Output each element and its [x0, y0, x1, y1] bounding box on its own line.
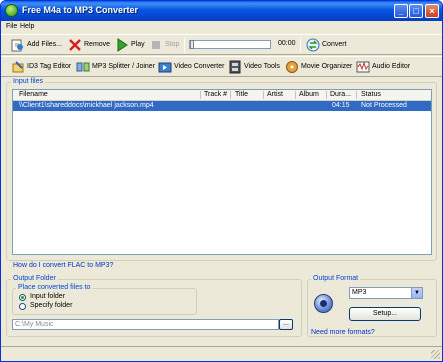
column-divider [295, 91, 296, 99]
place-files-label: Place converted files to [16, 284, 93, 291]
remove-icon [69, 39, 81, 51]
column-title[interactable]: Title [235, 91, 248, 98]
input-folder-radio[interactable] [19, 294, 26, 301]
column-divider [356, 91, 357, 99]
output-format-select[interactable]: MP3 ▼ [349, 287, 423, 299]
list-header: Filename Track # Title Artist Album Dura… [13, 90, 431, 101]
minimize-button[interactable]: _ [394, 4, 408, 18]
column-divider [326, 91, 327, 99]
tag-editor-icon [12, 61, 24, 73]
menu-bar: File Help [1, 21, 442, 34]
table-row[interactable]: \\Client1\shareddocs\mickhael jackson.mp… [13, 101, 431, 111]
column-status[interactable]: Status [361, 91, 381, 98]
menu-help[interactable]: Help [20, 23, 34, 30]
output-format-value: MP3 [352, 289, 367, 296]
specify-folder-label[interactable]: Specify folder [30, 302, 72, 309]
output-folder-path-input[interactable]: C:\My Music [12, 319, 279, 330]
time-display: 00:00 [278, 40, 296, 47]
audio-editor-icon [356, 61, 370, 73]
movie-organizer-icon [286, 61, 298, 73]
format-globe-icon [314, 294, 333, 313]
close-button[interactable]: × [425, 4, 439, 18]
splitter-icon [76, 62, 90, 72]
browse-folder-button[interactable]: ... [279, 319, 293, 330]
window-title: Free M4a to MP3 Converter [22, 5, 139, 15]
specify-folder-radio[interactable] [19, 303, 26, 310]
help-link[interactable]: How do I convert FLAC to MP3? [13, 262, 113, 269]
seek-bar[interactable] [189, 40, 271, 49]
play-icon [117, 38, 128, 52]
convert-icon [306, 38, 320, 52]
seek-thumb[interactable] [190, 40, 194, 49]
cell-filename: \\Client1\shareddocs\mickhael jackson.mp… [19, 102, 154, 109]
toolbar-separator [184, 38, 185, 53]
cell-duration: 04:15 [332, 102, 350, 109]
input-files-label: Input files [11, 78, 45, 85]
column-filename[interactable]: Filename [19, 91, 48, 98]
column-album[interactable]: Album [299, 91, 319, 98]
app-window: Free M4a to MP3 Converter _ □ × File Hel… [0, 0, 443, 362]
chevron-down-icon[interactable]: ▼ [411, 288, 422, 298]
column-track[interactable]: Track # [204, 91, 227, 98]
title-bar[interactable]: Free M4a to MP3 Converter _ □ × [1, 1, 442, 21]
column-divider [230, 91, 231, 99]
cell-status: Not Processed [361, 102, 407, 109]
column-divider [200, 91, 201, 99]
main-toolbar: Add Files... Remove Play Stop 00:00 Conv… [1, 34, 442, 55]
tools-toolbar: ID3 Tag Editor MP3 Splitter / Joiner Vid… [1, 56, 442, 77]
toolbar-separator [300, 38, 301, 53]
more-formats-link[interactable]: Need more formats? [311, 329, 375, 336]
setup-button[interactable]: Setup... [349, 307, 421, 321]
column-duration[interactable]: Dura... [330, 91, 351, 98]
film-icon [229, 60, 241, 74]
status-bar [1, 346, 442, 361]
add-files-icon [11, 39, 23, 52]
stop-icon [152, 41, 160, 49]
input-files-list[interactable]: Filename Track # Title Artist Album Dura… [12, 89, 432, 255]
input-folder-label[interactable]: Input folder [30, 293, 65, 300]
resize-grip-icon[interactable] [431, 350, 440, 359]
output-format-label: Output Format [311, 275, 361, 282]
output-folder-label: Output Folder [11, 275, 58, 282]
column-artist[interactable]: Artist [267, 91, 283, 98]
video-converter-icon [158, 62, 172, 73]
menu-file[interactable]: File [6, 23, 17, 30]
maximize-button[interactable]: □ [409, 4, 423, 18]
app-icon [5, 4, 18, 17]
column-divider [263, 91, 264, 99]
